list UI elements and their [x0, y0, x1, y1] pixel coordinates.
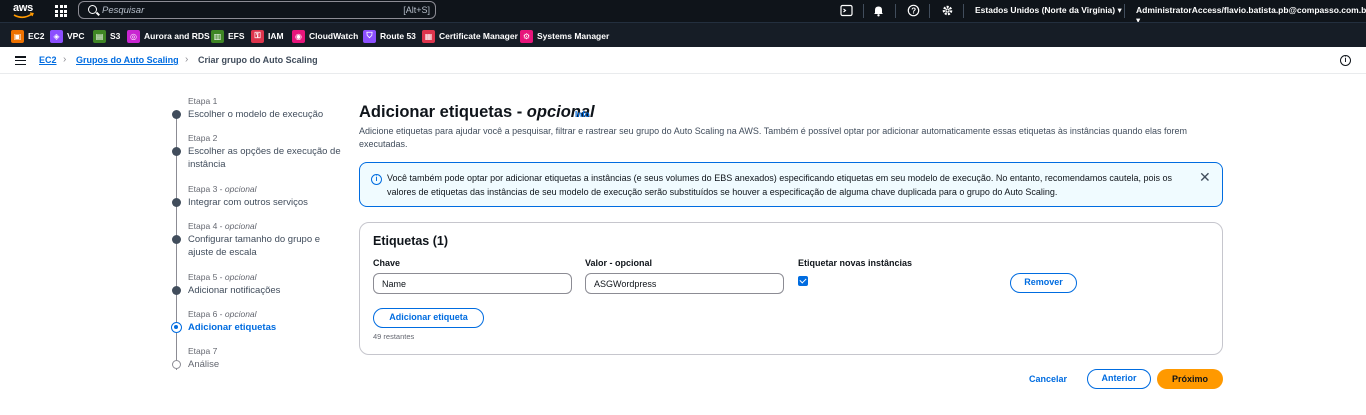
help-icon[interactable]: ?: [907, 4, 920, 17]
favorite-aurora-rds[interactable]: ◎ Aurora and RDS: [127, 29, 210, 43]
step-indicator-1: [172, 110, 181, 119]
next-button[interactable]: Próximo: [1157, 369, 1223, 389]
cloudwatch-icon: ◉: [292, 29, 305, 43]
menu-icon[interactable]: [15, 56, 26, 66]
remove-tag-button[interactable]: Remover: [1010, 273, 1077, 293]
tag-new-instances-checkbox[interactable]: [798, 276, 808, 286]
step-4[interactable]: Etapa 4 - opcional Configurar tamanho do…: [188, 221, 348, 259]
step-indicator-5: [172, 286, 181, 295]
search-shortcut: [Alt+S]: [403, 5, 430, 15]
services-grid-icon[interactable]: [55, 5, 67, 17]
divider: [929, 4, 930, 18]
bell-icon[interactable]: [872, 4, 885, 17]
breadcrumb-ec2[interactable]: EC2: [39, 55, 57, 65]
top-navigation: aws Pesquisar [Alt+S] ? Estados Unidos (…: [0, 0, 1366, 25]
info-icon[interactable]: i: [1340, 55, 1351, 66]
cancel-button[interactable]: Cancelar: [1029, 374, 1067, 384]
search-input[interactable]: Pesquisar [Alt+S]: [78, 1, 436, 19]
route53-icon: ⛉: [363, 29, 376, 43]
step-5[interactable]: Etapa 5 - opcional Adicionar notificaçõe…: [188, 272, 348, 297]
s3-icon: ▤: [93, 29, 106, 43]
add-tag-button[interactable]: Adicionar etiqueta: [373, 308, 484, 328]
favorite-systems-manager[interactable]: ⚙ Systems Manager: [520, 29, 609, 43]
step-2[interactable]: Etapa 2 Escolher as opções de execução d…: [188, 133, 348, 171]
step-3[interactable]: Etapa 3 - opcional Integrar com outros s…: [188, 184, 348, 209]
tag-key-input[interactable]: Name: [373, 273, 572, 294]
breadcrumb-bar: EC2 › Grupos do Auto Scaling › Criar gru…: [0, 47, 1366, 74]
vpc-icon: ◈: [50, 29, 63, 43]
region-selector[interactable]: Estados Unidos (Norte da Virgínia) ▾: [975, 5, 1122, 16]
favorite-efs[interactable]: ▥ EFS: [211, 29, 245, 43]
breadcrumb-current: Criar grupo do Auto Scaling: [198, 55, 318, 65]
value-label: Valor - opcional: [585, 258, 653, 268]
tags-remaining: 49 restantes: [373, 332, 415, 341]
divider: [895, 4, 896, 18]
step-indicator-7: [172, 360, 181, 369]
aws-logo[interactable]: aws: [12, 1, 34, 21]
chevron-right-icon: ›: [63, 54, 67, 65]
previous-button[interactable]: Anterior: [1087, 369, 1151, 389]
aws-smile-icon: [13, 12, 34, 19]
step-indicator-2: [172, 147, 181, 156]
tag-new-instances-label: Etiquetar novas instâncias: [798, 258, 913, 268]
info-link[interactable]: Info: [575, 110, 590, 119]
efs-icon: ▥: [211, 29, 224, 43]
favorite-vpc[interactable]: ◈ VPC: [50, 29, 84, 43]
search-icon: [88, 5, 97, 14]
info-icon: i: [371, 174, 382, 185]
settings-icon[interactable]: [941, 4, 954, 17]
favorite-iam[interactable]: ⚿ IAM: [251, 29, 284, 43]
search-placeholder: Pesquisar: [102, 5, 145, 16]
favorite-cloudwatch[interactable]: ◉ CloudWatch: [292, 29, 358, 43]
divider: [963, 4, 964, 18]
ec2-icon: ▣: [11, 29, 24, 43]
step-indicator-3: [172, 198, 181, 207]
step-7: Etapa 7 Análise: [188, 346, 220, 370]
svg-text:?: ?: [911, 6, 916, 15]
chevron-right-icon: ›: [185, 54, 189, 65]
favorite-certificate-manager[interactable]: ▦ Certificate Manager: [422, 29, 518, 43]
systems-manager-icon: ⚙: [520, 29, 533, 43]
favorite-ec2[interactable]: ▣ EC2: [11, 29, 45, 43]
page-description: Adicione etiquetas para ajudar você a pe…: [359, 126, 1187, 149]
divider: [1124, 4, 1125, 18]
step-6: Etapa 6 - opcional Adicionar etiquetas: [188, 309, 277, 333]
key-label: Chave: [373, 258, 401, 268]
alert-text: Você também pode optar por adicionar eti…: [387, 173, 1172, 197]
step-indicator-6-active: [171, 322, 182, 333]
step-indicator-4: [172, 235, 181, 244]
page-title: Adicionar etiquetas - opcional: [359, 103, 595, 121]
close-icon[interactable]: ✕: [1199, 170, 1211, 184]
favorite-route53[interactable]: ⛉ Route 53: [363, 29, 416, 43]
tags-title: Etiquetas (1): [373, 234, 449, 248]
info-alert: i Você também pode optar por adicionar e…: [359, 162, 1223, 207]
favorite-s3[interactable]: ▤ S3: [93, 29, 120, 43]
rds-icon: ◎: [127, 29, 140, 43]
divider: [863, 4, 864, 18]
breadcrumb-auto-scaling-groups[interactable]: Grupos do Auto Scaling: [76, 55, 179, 65]
iam-icon: ⚿: [251, 29, 264, 43]
cloudshell-icon[interactable]: [840, 4, 853, 17]
step-1[interactable]: Etapa 1 Escolher o modelo de execução: [188, 96, 348, 121]
certificate-manager-icon: ▦: [422, 29, 435, 43]
favorites-bar: ▣ EC2 ◈ VPC ▤ S3 ◎ Aurora and RDS ▥ EFS ⚿ IAM …: [0, 22, 1366, 47]
tag-value-input[interactable]: ASGWordpress: [585, 273, 784, 294]
